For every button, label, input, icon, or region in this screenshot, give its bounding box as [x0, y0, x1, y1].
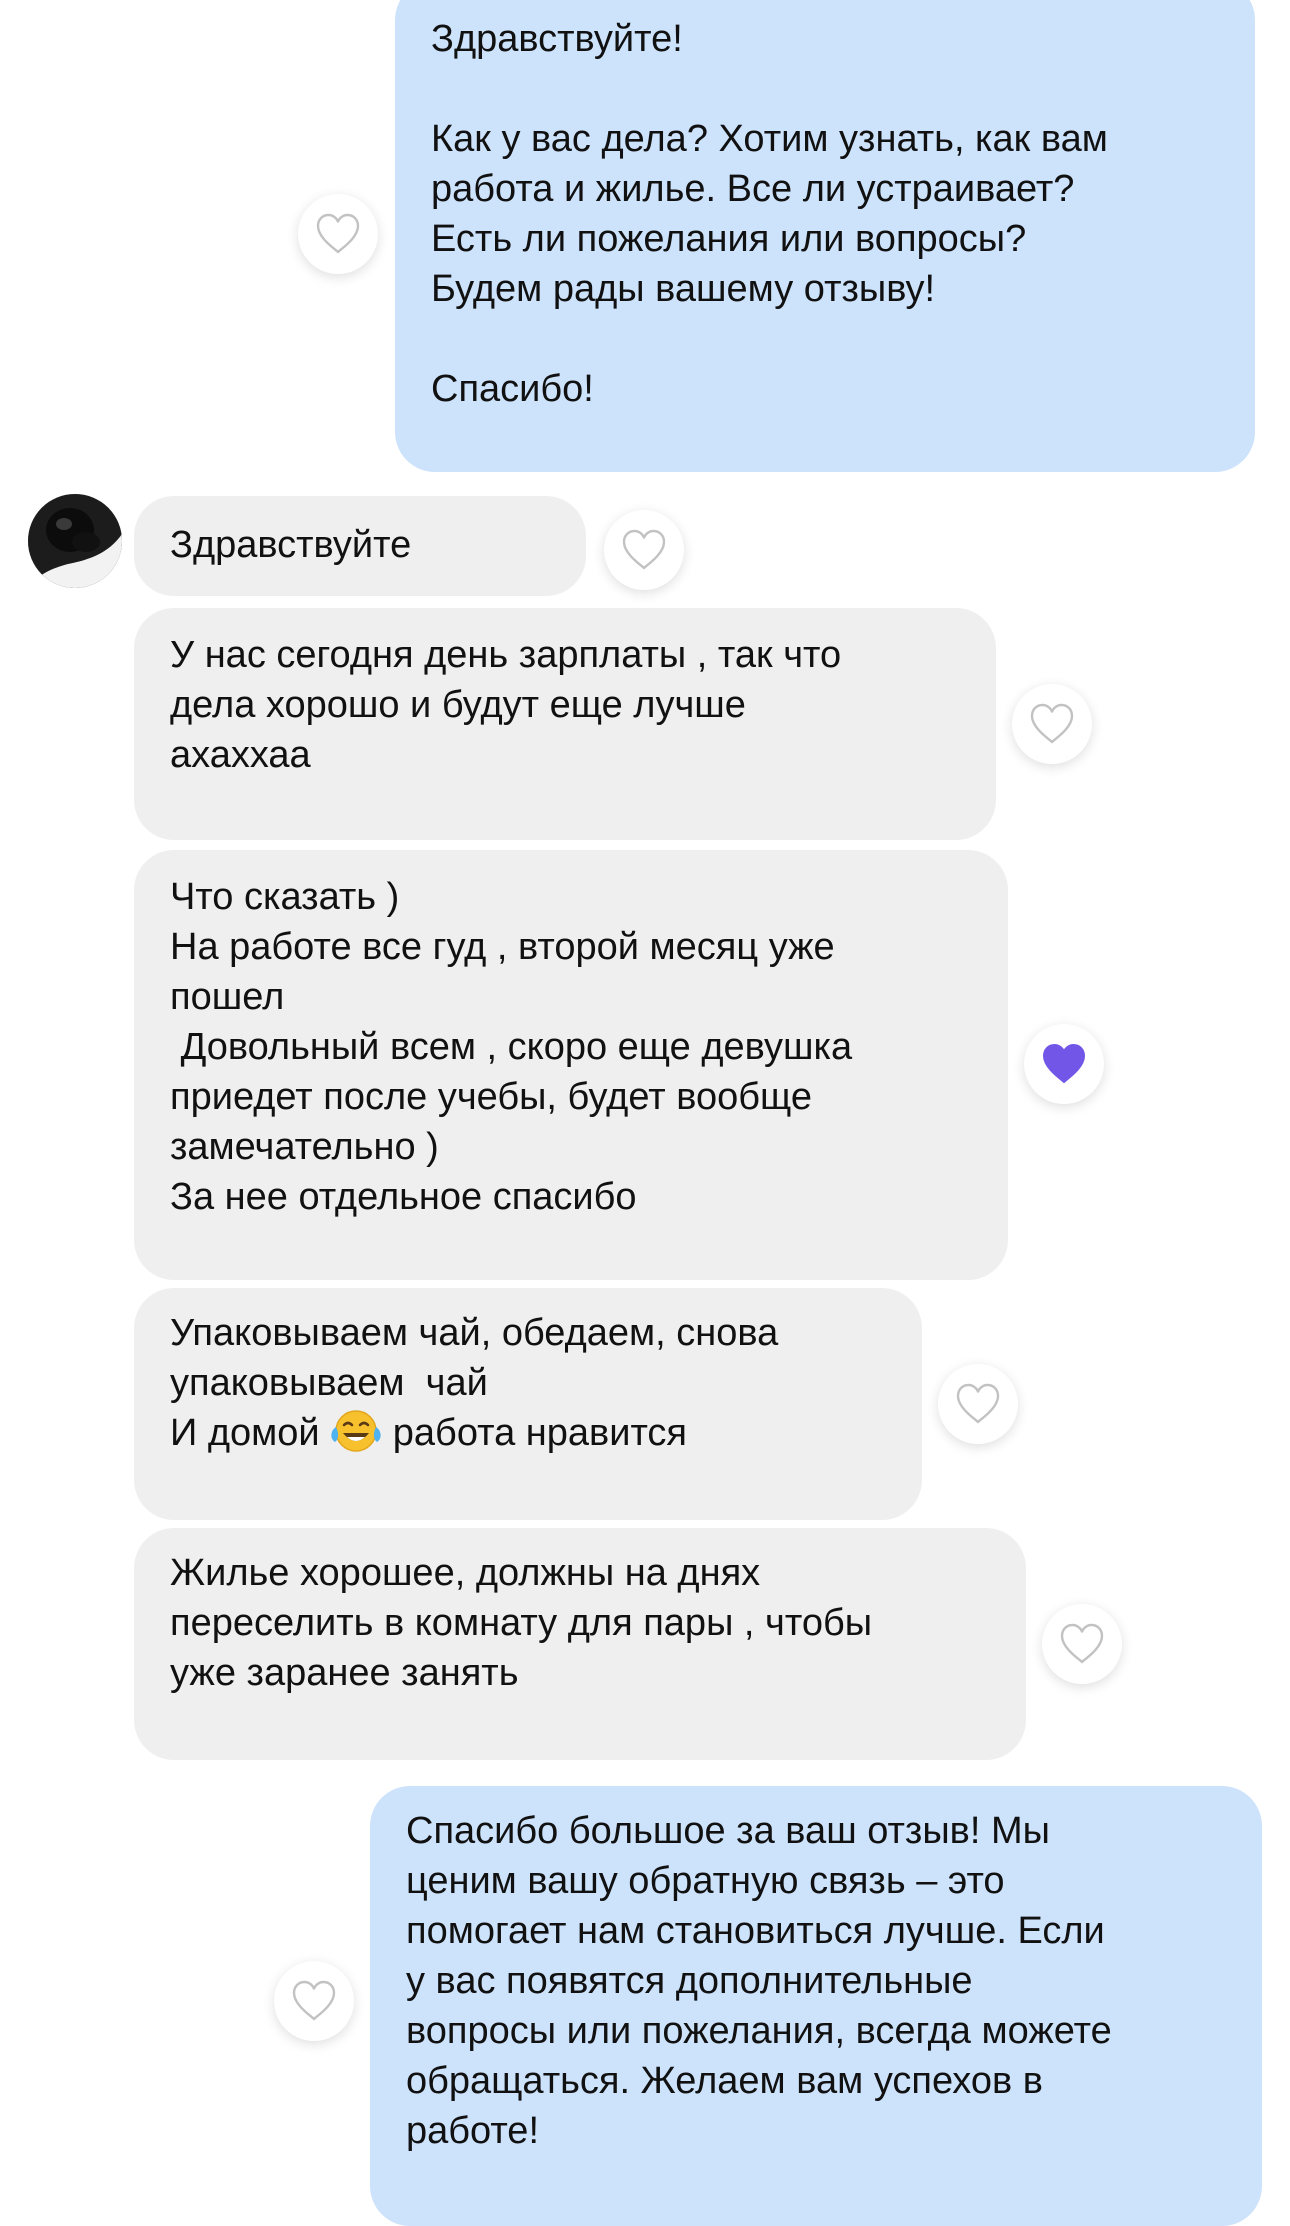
heart-filled-icon [1043, 1044, 1085, 1083]
like-button[interactable] [1012, 684, 1092, 764]
message-text-segment: работа нравится [382, 1412, 688, 1454]
heart-icon [1060, 1623, 1104, 1664]
like-button-active[interactable] [1024, 1024, 1104, 1104]
message-bubble-incoming[interactable]: У нас сегодня день зарплаты , так что де… [134, 608, 996, 840]
message-bubble-incoming[interactable]: Здравствуйте [134, 496, 586, 596]
heart-icon [316, 213, 360, 254]
heart-icon [292, 1980, 336, 2021]
like-button[interactable] [604, 510, 684, 590]
message-bubble-incoming[interactable]: Упаковываем чай, обедаем, снова упаковыв… [134, 1288, 922, 1520]
heart-icon [956, 1383, 1000, 1424]
message-bubble-outgoing[interactable]: Спасибо большое за ваш отзыв! Мы ценим в… [370, 1786, 1262, 2226]
like-button[interactable] [938, 1364, 1018, 1444]
message-text-line: упаковываем чай [170, 1362, 488, 1404]
heart-icon [622, 529, 666, 570]
message-text-line: Упаковываем чай, обедаем, снова [170, 1312, 779, 1354]
message-text-segment: И домой [170, 1412, 331, 1454]
heart-icon [1030, 703, 1074, 744]
contact-avatar[interactable] [28, 494, 122, 588]
face-with-tears-of-joy-emoji [330, 1409, 382, 1453]
message-bubble-outgoing[interactable]: Здравствуйте! Как у вас дела? Хотим узна… [395, 0, 1255, 472]
like-button[interactable] [298, 194, 378, 274]
like-button[interactable] [274, 1961, 354, 2041]
avatar-image [28, 494, 122, 588]
like-button[interactable] [1042, 1604, 1122, 1684]
message-bubble-incoming[interactable]: Жилье хорошее, должны на днях переселить… [134, 1528, 1026, 1760]
message-bubble-incoming[interactable]: Что сказать ) На работе все гуд , второй… [134, 850, 1008, 1280]
